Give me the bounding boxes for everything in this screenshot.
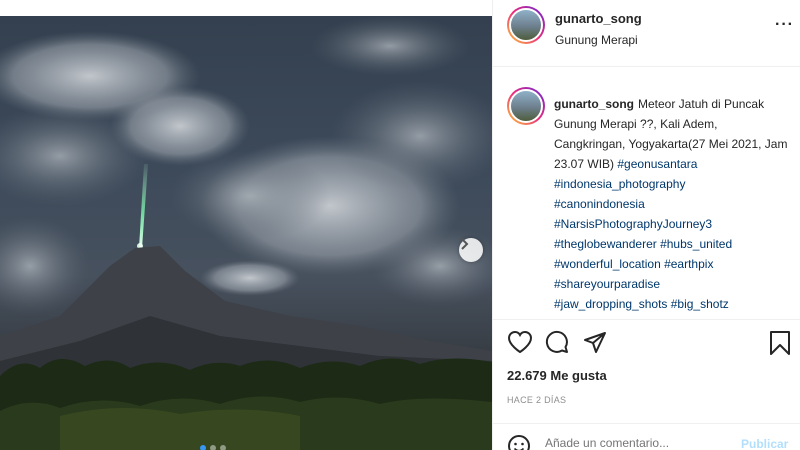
hashtag-link[interactable]: #theglobewanderer #hubs_united bbox=[554, 234, 792, 254]
hashtag-link[interactable]: #NarsisPhotographyJourney3 bbox=[554, 214, 792, 234]
caption-text: gunarto_song Meteor Jatuh di Puncak Gunun… bbox=[554, 94, 792, 314]
post-side-panel: gunarto_song Gunung Merapi ··· gunarto_s… bbox=[492, 0, 800, 450]
publish-button[interactable]: Publicar bbox=[741, 437, 788, 450]
caption-section: gunarto_song Meteor Jatuh di Puncak Gunun… bbox=[493, 67, 800, 320]
carousel-dot bbox=[210, 445, 216, 450]
heart-icon bbox=[507, 330, 533, 354]
avatar[interactable] bbox=[507, 6, 545, 44]
smiley-icon bbox=[508, 435, 530, 450]
post-actions bbox=[493, 330, 800, 360]
carousel-indicator bbox=[200, 445, 226, 450]
hashtag-link[interactable]: #geonusantara bbox=[617, 157, 697, 171]
hashtag-link[interactable]: #jaw_dropping_shots #big_shotz bbox=[554, 294, 792, 314]
comment-button[interactable] bbox=[545, 330, 569, 354]
post-photo[interactable] bbox=[0, 16, 492, 450]
caption-avatar[interactable] bbox=[507, 87, 545, 125]
like-button[interactable] bbox=[507, 330, 533, 354]
share-icon bbox=[584, 332, 606, 353]
comment-icon bbox=[545, 330, 568, 353]
more-options-button[interactable]: ··· bbox=[775, 16, 794, 34]
top-strip bbox=[0, 0, 492, 16]
next-photo-button[interactable] bbox=[459, 238, 483, 262]
hashtag-link[interactable]: #canonindonesia bbox=[554, 194, 792, 214]
carousel-dot bbox=[200, 445, 206, 450]
emoji-button[interactable] bbox=[507, 434, 531, 450]
post-location[interactable]: Gunung Merapi bbox=[555, 33, 638, 47]
comment-bar: Publicar bbox=[493, 423, 800, 450]
bookmark-icon bbox=[770, 331, 790, 355]
comment-input[interactable] bbox=[545, 436, 725, 450]
post-username[interactable]: gunarto_song bbox=[555, 11, 642, 26]
carousel-dot bbox=[220, 445, 226, 450]
share-button[interactable] bbox=[583, 330, 607, 354]
post-header: gunarto_song Gunung Merapi ··· bbox=[493, 0, 800, 67]
hashtag-link[interactable]: #indonesia_photography bbox=[554, 174, 792, 194]
save-button[interactable] bbox=[769, 330, 791, 356]
like-count[interactable]: 22.679 Me gusta bbox=[507, 368, 607, 383]
hashtag-link[interactable]: #wonderful_location #earthpix bbox=[554, 254, 792, 274]
caption-username[interactable]: gunarto_song bbox=[554, 97, 634, 111]
chevron-right-icon bbox=[461, 238, 469, 250]
hashtag-link[interactable]: #shareyourparadise bbox=[554, 274, 792, 294]
post-date: HACE 2 DÍAS bbox=[507, 395, 567, 405]
volcano-scene bbox=[0, 16, 492, 450]
